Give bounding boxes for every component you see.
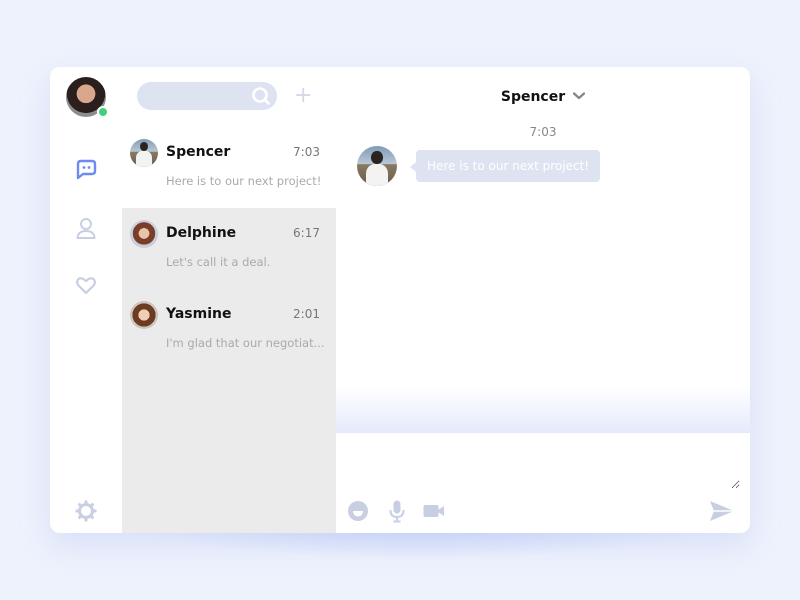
chat-panel: Spencer 7:03 Here is to our next project… (336, 67, 750, 533)
online-status-dot (97, 106, 109, 118)
emoji-button[interactable] (346, 499, 370, 523)
heart-icon (76, 277, 96, 295)
chat-header[interactable]: Spencer (336, 89, 750, 105)
message-time: 2:01 (293, 307, 320, 321)
conversation-item[interactable]: Delphine 6:17 Let's call it a deal. (122, 209, 336, 289)
video-camera-icon (423, 505, 444, 517)
messenger-window: + Spencer 7:03 Here is to our next proje… (50, 67, 750, 533)
nav-contacts[interactable] (74, 216, 98, 240)
message-preview: I'm glad that our negotiat... (166, 336, 325, 350)
contact-avatar (130, 301, 158, 329)
conversation-item[interactable]: Yasmine 2:01 I'm glad that our negotiat.… (122, 290, 336, 370)
settings-button[interactable] (74, 499, 98, 523)
sender-avatar (357, 146, 397, 186)
voice-button[interactable] (385, 499, 409, 523)
contact-name: Delphine (166, 225, 237, 241)
chevron-down-icon[interactable] (572, 89, 586, 103)
video-call-button[interactable] (422, 499, 446, 523)
gear-icon (75, 500, 97, 522)
new-chat-button[interactable]: + (294, 84, 312, 108)
nav-messages[interactable] (74, 158, 98, 182)
message-time: 7:03 (293, 145, 320, 159)
message-preview: Let's call it a deal. (166, 255, 271, 269)
message-bubble: Here is to our next project! (409, 150, 601, 182)
composer-divider (336, 387, 750, 433)
person-icon (76, 218, 96, 239)
composer (336, 433, 750, 533)
contact-name: Yasmine (166, 306, 232, 322)
contact-avatar (130, 220, 158, 248)
message-input[interactable] (346, 439, 740, 489)
message-timestamp: 7:03 (529, 125, 557, 139)
emoji-icon (348, 501, 368, 521)
conversation-item[interactable]: Spencer 7:03 Here is to our next project… (122, 128, 336, 208)
send-button[interactable] (708, 499, 736, 523)
conversation-list: + Spencer 7:03 Here is to our next proje… (122, 67, 336, 533)
search-icon[interactable] (251, 86, 271, 106)
nav-favorites[interactable] (74, 273, 98, 297)
message-preview: Here is to our next project! (166, 174, 322, 188)
message-time: 6:17 (293, 226, 320, 240)
chat-title: Spencer (500, 89, 566, 105)
chat-bubble-icon (76, 159, 97, 180)
microphone-icon (389, 500, 405, 523)
search-field[interactable] (137, 82, 277, 110)
nav-rail (50, 67, 122, 533)
contact-avatar (130, 139, 158, 167)
send-icon (710, 501, 734, 521)
contact-name: Spencer (166, 144, 231, 160)
